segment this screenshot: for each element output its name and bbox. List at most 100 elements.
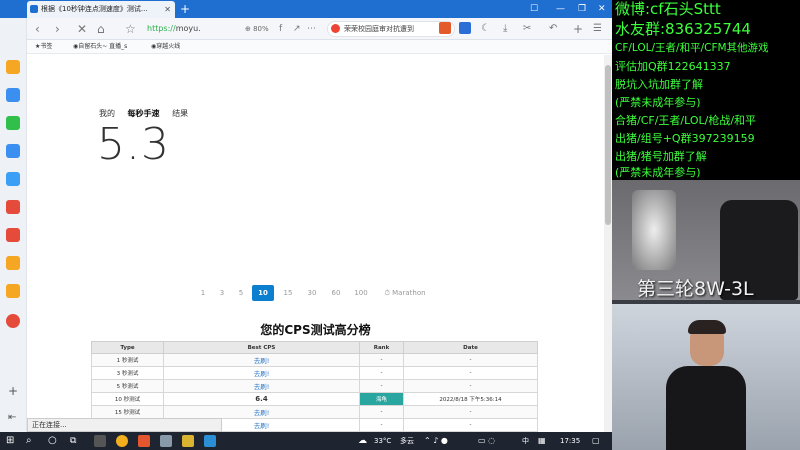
screenshot-icon[interactable]: ✂ xyxy=(523,18,531,40)
table-row: 10 秒测试 6.4 海龟 2022/8/18 下午5:36:14 xyxy=(91,392,538,406)
row-best-link[interactable]: 去刷! xyxy=(163,366,360,380)
clock[interactable]: 17:35 xyxy=(560,432,580,450)
zoom-indicator[interactable]: ⊕ 80% xyxy=(245,18,269,40)
browser-window: 根据《10秒钟连点测速度》测试... ✕ + ☐ — ❐ ✕ ‹ › ✕ ⌂ ☆… xyxy=(0,0,612,432)
duration-60[interactable]: 60 xyxy=(325,285,347,301)
screen: 根据《10秒钟连点测速度》测试... ✕ + ☐ — ❐ ✕ ‹ › ✕ ⌂ ☆… xyxy=(0,0,800,450)
extension-icon[interactable] xyxy=(459,22,471,34)
cortana-icon[interactable]: ○ xyxy=(48,432,57,450)
sidebar-tool-icon[interactable] xyxy=(6,200,20,214)
taskbar-chrome-icon[interactable] xyxy=(116,435,128,447)
back-icon[interactable]: ‹ xyxy=(35,18,40,40)
search-engine-icon xyxy=(331,24,340,33)
overlay-line: 合猪/CF/王者/LOL/枪战/和平 xyxy=(615,114,757,127)
close-window-icon[interactable]: ✕ xyxy=(598,0,606,18)
home-icon[interactable]: ⌂ xyxy=(97,18,105,40)
maximize-icon[interactable]: ❐ xyxy=(578,0,586,18)
more-icon[interactable]: ⋯ xyxy=(307,18,316,40)
sidebar-pdf-icon[interactable] xyxy=(6,228,20,242)
weather-desc[interactable]: 多云 xyxy=(400,432,414,450)
download-icon[interactable]: ⤓ xyxy=(503,18,507,40)
tab-bar: 根据《10秒钟连点测速度》测试... ✕ + ☐ — ❐ ✕ xyxy=(0,0,612,18)
taskbar-app-icon[interactable] xyxy=(182,435,194,447)
sidebar-cloud-icon[interactable] xyxy=(6,172,20,186)
duration-100[interactable]: 100 xyxy=(350,285,372,301)
share-facebook-icon[interactable]: f xyxy=(279,18,282,40)
new-tab-icon[interactable]: + xyxy=(180,0,190,18)
duration-30[interactable]: 30 xyxy=(301,285,323,301)
tab-cps[interactable]: 每秒手速 xyxy=(128,109,160,118)
header-date: Date xyxy=(403,341,538,354)
taskbar-app-icon[interactable] xyxy=(94,435,106,447)
nav-toolbar: ‹ › ✕ ⌂ ☆ https://moyu. ⊕ 80% f ↗ ⋯ 荣荣校园… xyxy=(27,18,612,40)
overlay-line-group: 水友群:836325744 xyxy=(615,20,751,38)
sidebar-notes-icon[interactable] xyxy=(6,284,20,298)
table-row: 5 秒测试 去刷! - - xyxy=(91,379,538,393)
duration-marathon[interactable]: ⏱ Marathon xyxy=(378,285,432,301)
sidebar-collapse-icon[interactable]: ⇤ xyxy=(8,412,16,423)
duration-5[interactable]: 5 xyxy=(230,285,252,301)
minimize-icon[interactable]: — xyxy=(556,0,565,18)
row-best-link[interactable]: 去刷! xyxy=(163,353,360,367)
tab-mine[interactable]: 我的 xyxy=(99,109,115,118)
tab-close-icon[interactable]: ✕ xyxy=(164,1,171,18)
row-type: 15 秒测试 xyxy=(91,405,164,419)
mode-tabs: 我的 每秒手速 结果 xyxy=(99,108,198,119)
tray-icons[interactable]: ⌃ ♪ ● xyxy=(424,432,448,450)
weather-temp[interactable]: 33°C xyxy=(374,432,391,450)
taskbar-search-icon[interactable]: ⌕ xyxy=(26,432,32,450)
row-rank: - xyxy=(359,405,404,419)
add-icon[interactable]: + xyxy=(573,18,583,40)
row-date: - xyxy=(403,418,538,432)
task-view-icon[interactable]: ⧉ xyxy=(70,432,76,450)
page-scrollbar[interactable] xyxy=(604,55,612,432)
tab-result[interactable]: 结果 xyxy=(172,109,188,118)
search-input[interactable]: 荣荣校园庭审对抗遭到 xyxy=(327,21,455,37)
overlay-line: 脱坑入坑加群了解 xyxy=(615,78,703,91)
sidebar-app-icon[interactable] xyxy=(6,144,20,158)
translate-icon[interactable] xyxy=(439,22,451,34)
duration-15[interactable]: 15 xyxy=(277,285,299,301)
start-icon[interactable]: ⊞ xyxy=(6,432,14,450)
scrollbar-thumb[interactable] xyxy=(605,65,611,225)
row-type: 1 秒测试 xyxy=(91,353,164,367)
status-bar: 正在连接... xyxy=(27,418,222,432)
sidebar-search-icon[interactable] xyxy=(6,256,20,270)
overlay-line: 出猪/猪号加群了解 xyxy=(615,150,707,163)
menu-icon[interactable]: ☐ xyxy=(530,0,538,18)
duration-10-active[interactable]: 10 xyxy=(252,285,274,301)
ime-indicator[interactable]: 中 xyxy=(522,432,529,450)
bookmark-star-icon[interactable]: ☆ xyxy=(125,18,136,40)
bookmark-item[interactable]: ◉ 自留石头~ 直播_s xyxy=(73,40,127,54)
taskbar-browser-icon[interactable] xyxy=(204,435,216,447)
row-date: - xyxy=(403,353,538,367)
taskbar-game-icon[interactable] xyxy=(138,435,150,447)
bookmark-item[interactable]: ◉ 穿越火线 xyxy=(151,40,180,54)
share-icon[interactable]: ↗ xyxy=(293,18,301,40)
taskbar-app-icon[interactable] xyxy=(160,435,172,447)
row-best-link[interactable]: 去刷! xyxy=(163,405,360,419)
windows-taskbar: ⊞ ⌕ ○ ⧉ ☁ 33°C 多云 ⌃ ♪ ● ▭ ◌ 中 ▦ 17:35 ▢ xyxy=(0,432,612,450)
undo-icon[interactable]: ↶ xyxy=(549,18,557,40)
row-best-link[interactable]: 去刷! xyxy=(163,379,360,393)
address-host: moyu. xyxy=(175,24,201,33)
stream-overlay: 微博:cf石头Sttt 水友群:836325744 CF/LOL/王者/和平/C… xyxy=(612,0,800,180)
sidebar-add-icon[interactable]: + xyxy=(8,384,18,398)
menu-hamburger-icon[interactable]: ☰ xyxy=(593,18,602,40)
ime-icon[interactable]: ▦ xyxy=(538,432,546,450)
bookmark-item[interactable]: ★ 书签 xyxy=(35,40,52,54)
night-mode-icon[interactable]: ☾ xyxy=(481,18,490,40)
overlay-line: (严禁未成年参与) xyxy=(615,166,701,179)
stop-icon[interactable]: ✕ xyxy=(77,18,87,40)
browser-tab[interactable]: 根据《10秒钟连点测速度》测试... ✕ xyxy=(27,1,175,18)
forward-icon[interactable]: › xyxy=(55,18,60,40)
notification-icon[interactable]: ▢ xyxy=(592,432,600,450)
tray-network-icon[interactable]: ▭ ◌ xyxy=(478,432,495,450)
sidebar-wechat-icon[interactable] xyxy=(6,116,20,130)
address-protocol: https:// xyxy=(147,24,176,33)
row-type: 5 秒测试 xyxy=(91,379,164,393)
sidebar-history-icon[interactable] xyxy=(6,88,20,102)
sidebar-record-icon[interactable] xyxy=(6,314,20,328)
sidebar-favorites-icon[interactable] xyxy=(6,60,20,74)
overlay-line: CF/LOL/王者/和平/CFM其他游戏 xyxy=(615,42,769,54)
